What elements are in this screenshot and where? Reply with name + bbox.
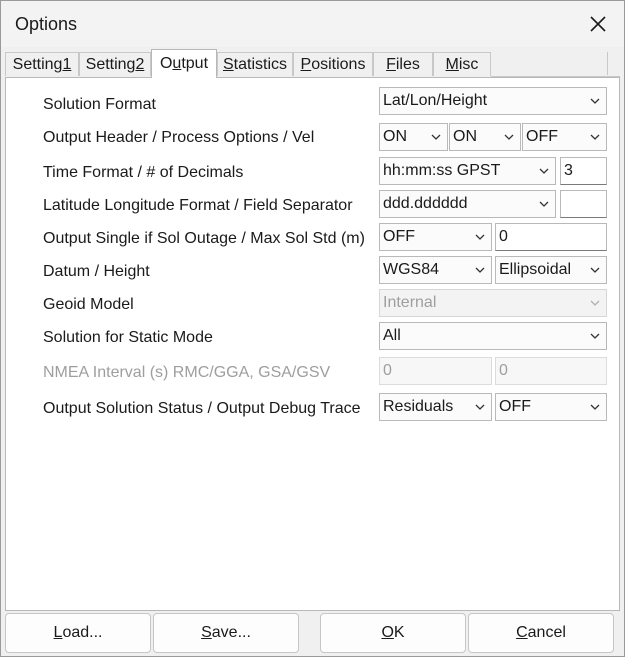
tab-strip-filler [491, 52, 620, 77]
cancel-button[interactable]: Cancel [468, 613, 614, 653]
close-button[interactable] [580, 7, 616, 41]
nmea-gsa-gsv-field[interactable]: 0 [495, 357, 607, 385]
nmea-interval-label: NMEA Interval (s) RMC/GGA, GSA/GSV [43, 364, 331, 381]
process-options-combo[interactable]: ON [449, 123, 521, 151]
datum-combo[interactable]: WGS84 [379, 256, 492, 284]
tab-files[interactable]: Files [373, 52, 433, 76]
chevron-down-icon [539, 168, 549, 174]
datum-value: WGS84 [383, 261, 440, 278]
options-dialog: Options Setting1 Setting2 Output Statist… [0, 0, 625, 657]
solution-format-combo[interactable]: Lat/Lon/Height [379, 87, 607, 115]
chevron-down-icon [475, 404, 485, 410]
debug-trace-value: OFF [499, 398, 531, 415]
single-outage-value: OFF [383, 228, 415, 245]
title-bar: Options [1, 1, 624, 47]
time-format-value: hh:mm:ss GPST [383, 162, 501, 179]
chevron-down-icon [590, 98, 600, 104]
latlon-format-label: Latitude Longitude Format / Field Separa… [43, 197, 353, 214]
output-panel: Solution Format Lat/Lon/Height Output He… [5, 77, 620, 611]
time-format-label: Time Format / # of Decimals [43, 164, 244, 181]
load-button[interactable]: Load... [5, 613, 151, 653]
ok-button[interactable]: OK [320, 613, 466, 653]
chevron-down-icon [590, 300, 600, 306]
chevron-down-icon [539, 201, 549, 207]
static-mode-value: All [383, 327, 401, 344]
output-header-label: Output Header / Process Options / Vel [43, 129, 315, 146]
chevron-down-icon [590, 404, 600, 410]
static-mode-label: Solution for Static Mode [43, 329, 213, 346]
debug-trace-combo[interactable]: OFF [495, 393, 607, 421]
single-outage-combo[interactable]: OFF [379, 223, 492, 251]
tab-setting1[interactable]: Setting1 [5, 52, 79, 76]
height-value: Ellipsoidal [499, 261, 572, 278]
chevron-down-icon [504, 134, 514, 140]
chevron-down-icon [590, 333, 600, 339]
decimals-field[interactable]: 3 [560, 157, 607, 185]
output-header-value: ON [383, 128, 407, 145]
tab-strip: Setting1 Setting2 Output Statistics Posi… [5, 49, 620, 78]
chevron-down-icon [475, 267, 485, 273]
solution-status-label: Output Solution Status / Output Debug Tr… [43, 400, 361, 417]
velocity-value: OFF [526, 128, 558, 145]
velocity-combo[interactable]: OFF [522, 123, 607, 151]
tab-positions[interactable]: Positions [293, 52, 373, 76]
chevron-down-icon [475, 234, 485, 240]
solution-format-value: Lat/Lon/Height [383, 92, 488, 109]
chevron-down-icon [590, 134, 600, 140]
tab-misc[interactable]: Misc [433, 52, 491, 76]
geoid-model-label: Geoid Model [43, 296, 134, 313]
latlon-format-value: ddd.dddddd [383, 195, 468, 212]
window-title: Options [15, 14, 78, 34]
field-separator-field[interactable] [560, 190, 607, 218]
close-icon [590, 16, 606, 32]
geoid-model-value: Internal [383, 294, 437, 311]
output-header-combo[interactable]: ON [379, 123, 448, 151]
static-mode-combo[interactable]: All [379, 322, 607, 350]
latlon-format-combo[interactable]: ddd.dddddd [379, 190, 556, 218]
solution-status-combo[interactable]: Residuals [379, 393, 492, 421]
process-options-value: ON [453, 128, 477, 145]
tab-statistics[interactable]: Statistics [217, 52, 293, 76]
sol-outage-label: Output Single if Sol Outage / Max Sol St… [43, 230, 365, 247]
max-sol-std-field[interactable]: 0 [495, 223, 607, 251]
nmea-rmc-gga-field[interactable]: 0 [379, 357, 492, 385]
height-combo[interactable]: Ellipsoidal [495, 256, 607, 284]
datum-label: Datum / Height [43, 263, 150, 280]
tab-setting2[interactable]: Setting2 [79, 52, 151, 76]
time-format-combo[interactable]: hh:mm:ss GPST [379, 157, 556, 185]
save-button[interactable]: Save... [153, 613, 299, 653]
solution-status-value: Residuals [383, 398, 454, 415]
chevron-down-icon [431, 134, 441, 140]
solution-format-label: Solution Format [43, 96, 156, 113]
tab-output[interactable]: Output [151, 49, 217, 78]
geoid-model-combo[interactable]: Internal [379, 289, 607, 317]
chevron-down-icon [590, 267, 600, 273]
